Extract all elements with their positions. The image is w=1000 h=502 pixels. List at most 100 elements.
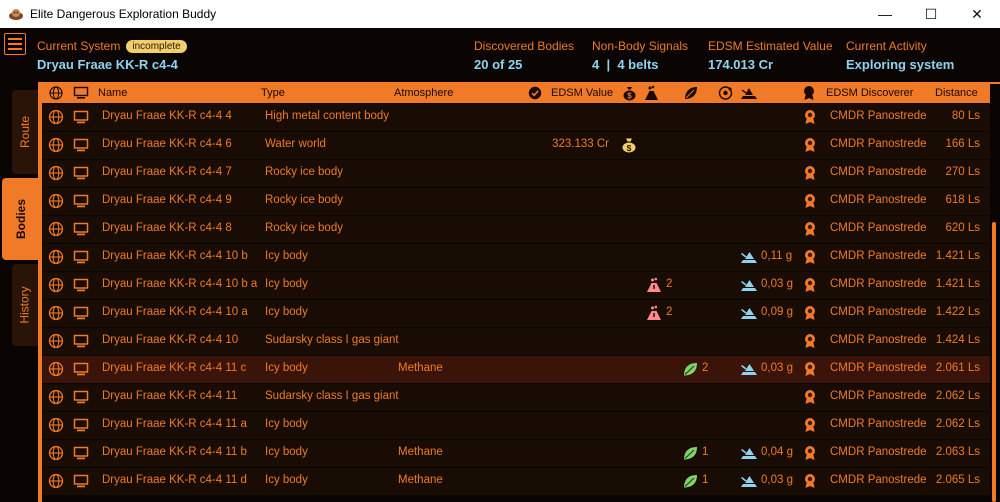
discovered-value: 20 of 25 bbox=[474, 57, 523, 72]
table-row[interactable]: Dryau Fraae KK-R c4-4 7 Rocky ice body C… bbox=[42, 160, 990, 187]
globe-icon[interactable] bbox=[48, 361, 64, 377]
computer-icon[interactable] bbox=[73, 109, 89, 125]
globe-icon[interactable] bbox=[48, 193, 64, 209]
table-row[interactable]: Dryau Fraae KK-R c4-4 11 Sudarsky class … bbox=[42, 384, 990, 411]
globe-icon[interactable] bbox=[48, 333, 64, 349]
discoverer-badge-icon bbox=[803, 109, 817, 125]
body-name: Dryau Fraae KK-R c4-4 11 bbox=[102, 390, 238, 402]
signals-label: Non-Body Signals bbox=[592, 39, 689, 53]
computer-icon[interactable] bbox=[73, 333, 89, 349]
table-row[interactable]: Dryau Fraae KK-R c4-4 10 b a Icy body 2 … bbox=[42, 272, 990, 299]
table-row[interactable]: Dryau Fraae KK-R c4-4 11 c Icy body Meth… bbox=[42, 356, 990, 383]
orbit-column-icon[interactable] bbox=[718, 85, 733, 101]
computer-icon[interactable] bbox=[73, 473, 89, 489]
tab-bodies[interactable]: Bodies bbox=[2, 178, 40, 260]
minimize-button[interactable]: — bbox=[862, 0, 908, 28]
column-name[interactable]: Name bbox=[98, 87, 127, 99]
body-name: Dryau Fraae KK-R c4-4 11 a bbox=[102, 418, 247, 430]
computer-icon[interactable] bbox=[73, 445, 89, 461]
discoverer-badge-icon bbox=[803, 221, 817, 237]
scroll-thumb[interactable] bbox=[992, 222, 996, 502]
discoverer-badge-icon bbox=[803, 389, 817, 405]
computer-icon[interactable] bbox=[73, 249, 89, 265]
globe-icon[interactable] bbox=[48, 137, 64, 153]
tab-history-label: History bbox=[18, 286, 32, 324]
body-distance: 1.422 Ls bbox=[935, 306, 980, 318]
maximize-button[interactable]: ☐ bbox=[908, 0, 954, 28]
close-button[interactable]: ✕ bbox=[954, 0, 1000, 28]
body-gravity: 0,03 g bbox=[761, 474, 793, 486]
landing-column-icon[interactable] bbox=[740, 85, 758, 101]
discoverer-badge-column-icon[interactable] bbox=[802, 85, 816, 101]
body-distance: 270 Ls bbox=[945, 166, 980, 178]
body-distance: 2.063 Ls bbox=[935, 446, 980, 458]
computer-icon[interactable] bbox=[73, 165, 89, 181]
tab-history[interactable]: History bbox=[12, 264, 38, 346]
discoverer-badge-icon bbox=[803, 305, 817, 321]
geo-signal-count: 2 bbox=[666, 278, 673, 290]
column-edsm-value[interactable]: EDSM Value bbox=[551, 87, 613, 99]
leaf-column-icon[interactable] bbox=[683, 85, 698, 101]
column-atmosphere[interactable]: Atmosphere bbox=[394, 87, 453, 99]
body-gravity: 0,03 g bbox=[761, 278, 793, 290]
computer-icon[interactable] bbox=[73, 389, 89, 405]
globe-column-icon[interactable] bbox=[49, 86, 63, 100]
table-row[interactable]: Dryau Fraae KK-R c4-4 9 Rocky ice body C… bbox=[42, 188, 990, 215]
computer-icon[interactable] bbox=[73, 361, 89, 377]
tab-route[interactable]: Route bbox=[12, 90, 38, 174]
body-distance: 618 Ls bbox=[945, 194, 980, 206]
computer-icon[interactable] bbox=[73, 193, 89, 209]
table-row[interactable]: Dryau Fraae KK-R c4-4 6 Water world 323.… bbox=[42, 132, 990, 159]
volcano-column-icon[interactable] bbox=[644, 85, 659, 101]
discoverer-badge-icon bbox=[803, 361, 817, 377]
computer-icon[interactable] bbox=[73, 417, 89, 433]
table-row[interactable]: Dryau Fraae KK-R c4-4 10 b Icy body 0,11… bbox=[42, 244, 990, 271]
globe-icon[interactable] bbox=[48, 165, 64, 181]
computer-icon[interactable] bbox=[73, 277, 89, 293]
column-type[interactable]: Type bbox=[261, 87, 285, 99]
table-row[interactable]: Dryau Fraae KK-R c4-4 10 Sudarsky class … bbox=[42, 328, 990, 355]
computer-icon[interactable] bbox=[73, 221, 89, 237]
body-distance: 2.065 Ls bbox=[935, 474, 980, 486]
body-distance: 620 Ls bbox=[945, 222, 980, 234]
body-distance: 2.061 Ls bbox=[935, 362, 980, 374]
globe-icon[interactable] bbox=[48, 305, 64, 321]
computer-column-icon[interactable] bbox=[73, 86, 89, 100]
globe-icon[interactable] bbox=[48, 277, 64, 293]
table-row[interactable]: Dryau Fraae KK-R c4-4 11 a Icy body CMDR… bbox=[42, 412, 990, 439]
system-status-badge: incomplete bbox=[126, 39, 187, 53]
computer-icon[interactable] bbox=[73, 137, 89, 153]
table-row[interactable]: Dryau Fraae KK-R c4-4 11 b Icy body Meth… bbox=[42, 440, 990, 467]
bodies-table: Dryau Fraae KK-R c4-4 4 High metal conte… bbox=[42, 104, 990, 496]
landable-icon bbox=[740, 277, 758, 293]
computer-icon[interactable] bbox=[73, 305, 89, 321]
edsm-value: 174.013 Cr bbox=[708, 57, 774, 72]
body-distance: 80 Ls bbox=[951, 110, 980, 122]
table-row[interactable]: Dryau Fraae KK-R c4-4 4 High metal conte… bbox=[42, 104, 990, 131]
column-edsm-discoverer[interactable]: EDSM Discoverer bbox=[826, 87, 913, 99]
globe-icon[interactable] bbox=[48, 445, 64, 461]
table-row[interactable]: Dryau Fraae KK-R c4-4 10 a Icy body 2 0,… bbox=[42, 300, 990, 327]
body-distance: 2.062 Ls bbox=[935, 390, 980, 402]
body-type: Sudarsky class I gas giant bbox=[265, 390, 399, 402]
body-name: Dryau Fraae KK-R c4-4 10 bbox=[102, 334, 239, 346]
globe-icon[interactable] bbox=[48, 109, 64, 125]
table-row[interactable]: Dryau Fraae KK-R c4-4 8 Rocky ice body C… bbox=[42, 216, 990, 243]
table-row[interactable]: Dryau Fraae KK-R c4-4 11 d Icy body Meth… bbox=[42, 468, 990, 495]
check-circle-icon[interactable] bbox=[528, 86, 542, 100]
discoverer-badge-icon bbox=[803, 193, 817, 209]
globe-icon[interactable] bbox=[48, 417, 64, 433]
globe-icon[interactable] bbox=[48, 249, 64, 265]
table-scrollbar[interactable] bbox=[990, 104, 1000, 502]
globe-icon[interactable] bbox=[48, 389, 64, 405]
biological-signal-icon bbox=[682, 473, 698, 489]
column-distance[interactable]: Distance bbox=[935, 87, 978, 99]
bio-signal-count: 2 bbox=[702, 362, 709, 374]
body-name: Dryau Fraae KK-R c4-4 7 bbox=[102, 166, 232, 178]
globe-icon[interactable] bbox=[48, 221, 64, 237]
hamburger-icon[interactable] bbox=[4, 33, 26, 55]
globe-icon[interactable] bbox=[48, 473, 64, 489]
landable-icon bbox=[740, 361, 758, 377]
money-bag-column-icon[interactable]: $ bbox=[622, 85, 637, 101]
body-name: Dryau Fraae KK-R c4-4 10 a bbox=[102, 306, 248, 318]
